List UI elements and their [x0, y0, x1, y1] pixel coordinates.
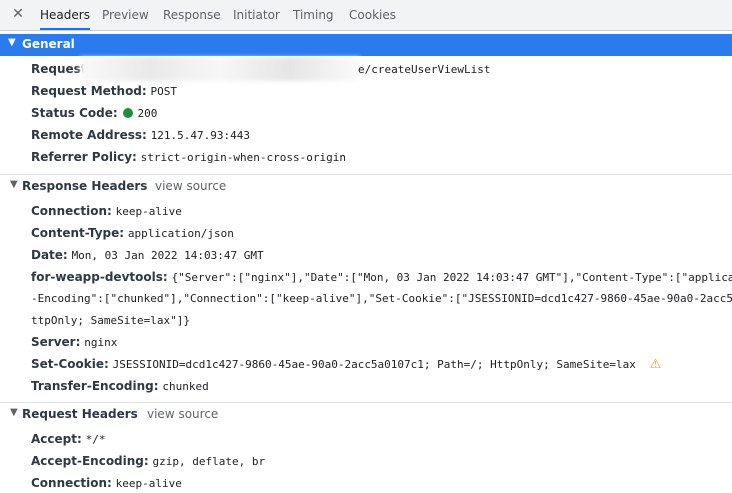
- request-url-value-row: e/createUserViewList: [358, 60, 490, 78]
- triangle-down-icon: ▼: [8, 37, 16, 48]
- resp-connection-value[interactable]: keep-alive: [116, 205, 182, 218]
- resp-set-cookie-row: Set-Cookie: JSESSIONID=dcd1c427-9860-45a…: [31, 355, 661, 373]
- resp-content-type-value[interactable]: application/json: [128, 227, 234, 240]
- tab-initiator[interactable]: Initiator: [233, 0, 280, 30]
- request-headers-title: Request Headers: [22, 407, 138, 421]
- referrer-policy-key: Referrer Policy:: [31, 150, 137, 164]
- green-dot-icon: [123, 108, 134, 118]
- resp-devtools-row: for-weapp-devtools: {"Server":["nginx"],…: [31, 268, 732, 286]
- resp-date-row: Date: Mon, 03 Jan 2022 14:03:47 GMT: [31, 246, 264, 264]
- resp-transfer-encoding-value[interactable]: chunked: [162, 380, 208, 393]
- remote-address-row: Remote Address: 121.5.47.93:443: [31, 126, 250, 144]
- response-headers-section-header[interactable]: ▼ Response Headers view source: [0, 174, 732, 198]
- req-accept-key: Accept:: [31, 432, 82, 446]
- tab-preview[interactable]: Preview: [102, 0, 149, 30]
- req-accept-encoding-row: Accept-Encoding: gzip, deflate, br: [31, 452, 265, 470]
- tab-timing[interactable]: Timing: [293, 0, 334, 30]
- general-section-header[interactable]: ▼ General: [0, 34, 732, 56]
- req-connection-value[interactable]: keep-alive: [116, 477, 182, 490]
- status-code-row: Status Code: 200: [31, 104, 157, 122]
- request-method-row: Request Method: POST: [31, 82, 177, 100]
- general-title: General: [22, 37, 75, 51]
- resp-server-value[interactable]: nginx: [84, 336, 117, 349]
- close-icon[interactable]: ✕: [10, 6, 26, 22]
- referrer-policy-value[interactable]: strict-origin-when-cross-origin: [141, 151, 346, 164]
- referrer-policy-row: Referrer Policy: strict-origin-when-cros…: [31, 148, 346, 166]
- triangle-down-icon: ▼: [10, 179, 18, 190]
- resp-devtools-key: for-weapp-devtools:: [31, 270, 168, 284]
- req-accept-encoding-key: Accept-Encoding:: [31, 454, 149, 468]
- tab-response[interactable]: Response: [163, 0, 221, 30]
- devtools-tabbar: ✕ Headers Preview Response Initiator Tim…: [0, 0, 732, 31]
- resp-devtools-value-line1[interactable]: {"Server":["nginx"],"Date":["Mon, 03 Jan…: [172, 271, 732, 284]
- resp-connection-key: Connection:: [31, 204, 112, 218]
- resp-date-value[interactable]: Mon, 03 Jan 2022 14:03:47 GMT: [72, 249, 264, 262]
- request-method-key: Request Method:: [31, 84, 147, 98]
- redacted-url-blur: [80, 57, 360, 81]
- response-headers-title: Response Headers: [22, 179, 148, 193]
- status-code-value[interactable]: 200: [137, 107, 157, 120]
- warning-icon[interactable]: ⚠: [650, 356, 662, 374]
- req-accept-row: Accept: */*: [31, 430, 105, 448]
- tab-cookies[interactable]: Cookies: [349, 0, 396, 30]
- resp-devtools-value-line2[interactable]: -Encoding":["chunked"],"Connection":["ke…: [31, 290, 732, 308]
- resp-date-key: Date:: [31, 248, 68, 262]
- req-connection-row: Connection: keep-alive: [31, 474, 182, 492]
- status-code-key: Status Code:: [31, 106, 118, 120]
- remote-address-key: Remote Address:: [31, 128, 147, 142]
- req-accept-value[interactable]: */*: [86, 433, 106, 446]
- resp-server-row: Server: nginx: [31, 333, 117, 351]
- request-view-source-link[interactable]: view source: [147, 407, 218, 421]
- req-accept-encoding-value[interactable]: gzip, deflate, br: [153, 455, 266, 468]
- resp-transfer-encoding-key: Transfer-Encoding:: [31, 379, 159, 393]
- resp-connection-row: Connection: keep-alive: [31, 202, 182, 220]
- resp-set-cookie-key: Set-Cookie:: [31, 357, 109, 371]
- request-headers-section-header[interactable]: ▼ Request Headers view source: [0, 402, 732, 426]
- resp-content-type-row: Content-Type: application/json: [31, 224, 234, 242]
- request-method-value[interactable]: POST: [151, 85, 178, 98]
- response-view-source-link[interactable]: view source: [155, 179, 226, 193]
- remote-address-value[interactable]: 121.5.47.93:443: [151, 129, 250, 142]
- resp-server-key: Server:: [31, 335, 81, 349]
- req-connection-key: Connection:: [31, 476, 112, 490]
- resp-content-type-key: Content-Type:: [31, 226, 125, 240]
- request-url-value[interactable]: e/createUserViewList: [358, 63, 490, 76]
- tab-headers[interactable]: Headers: [40, 0, 90, 30]
- resp-devtools-value-line3[interactable]: ttpOnly; SameSite=lax"]}: [31, 312, 190, 330]
- resp-transfer-encoding-row: Transfer-Encoding: chunked: [31, 377, 209, 395]
- triangle-down-icon: ▼: [10, 407, 18, 418]
- resp-set-cookie-value[interactable]: JSESSIONID=dcd1c427-9860-45ae-90a0-2acc5…: [113, 358, 636, 371]
